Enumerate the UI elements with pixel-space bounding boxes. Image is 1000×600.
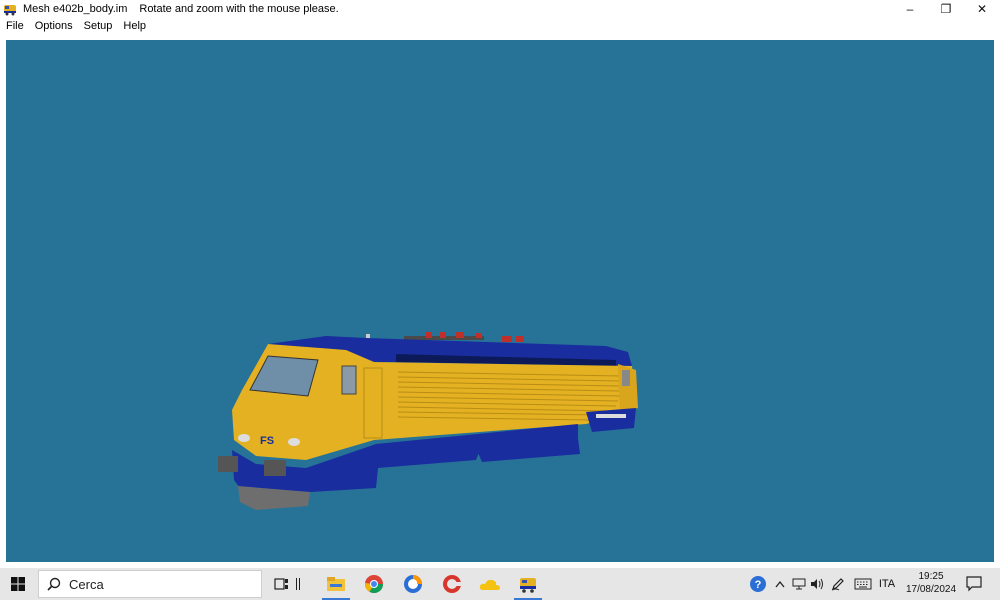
start-icon[interactable] (0, 568, 36, 600)
left-buffer (218, 456, 238, 472)
title-bar: Mesh e402b_body.im Rotate and zoom with … (0, 0, 1000, 18)
taskbar: Cerca ? ITA 19:25 17/08/2024 (0, 568, 1000, 600)
ccleaner-icon[interactable] (434, 568, 470, 600)
volume-icon[interactable] (808, 568, 826, 600)
chevron-up-icon[interactable] (772, 568, 788, 600)
locomotive-icon[interactable] (3, 2, 17, 16)
locomotive-3d-model: FS (218, 332, 638, 510)
window-title: Mesh e402b_body.im (23, 3, 128, 15)
chrome-icon[interactable] (356, 568, 392, 600)
minimize-button[interactable]: – (892, 0, 928, 18)
clock-date: 17/08/2024 (905, 584, 957, 595)
search-input[interactable]: Cerca (38, 570, 262, 598)
clock-time: 19:25 (918, 571, 944, 582)
network-icon[interactable] (790, 568, 808, 600)
keyboard-icon[interactable] (852, 568, 874, 600)
menu-bar: File Options Setup Help (0, 18, 1000, 34)
menu-setup[interactable]: Setup (84, 20, 113, 32)
svg-text:?: ? (755, 579, 762, 591)
help-tray-icon[interactable]: ? (746, 568, 770, 600)
fs-logo: FS (260, 435, 274, 447)
menu-help[interactable]: Help (123, 20, 146, 32)
locomotive-app-icon[interactable] (510, 568, 546, 600)
menu-options[interactable]: Options (35, 20, 73, 32)
onedrive-icon[interactable] (472, 568, 508, 600)
restore-button[interactable]: ❐ (928, 0, 964, 18)
taskbar-separator-icon (288, 568, 308, 600)
search-placeholder: Cerca (69, 576, 104, 592)
close-button[interactable]: ✕ (964, 0, 1000, 18)
window-hint: Rotate and zoom with the mouse please. (139, 3, 339, 15)
file-explorer-icon[interactable] (318, 568, 354, 600)
window-controls: – ❐ ✕ (892, 0, 1000, 18)
clock[interactable]: 19:25 17/08/2024 (898, 570, 964, 598)
right-buffer (264, 460, 286, 476)
browser-icon[interactable] (395, 568, 431, 600)
menu-file[interactable]: File (6, 20, 24, 32)
search-icon (39, 577, 69, 591)
pen-icon[interactable] (828, 568, 848, 600)
notification-icon[interactable] (962, 568, 986, 600)
3d-viewport[interactable]: FS (6, 40, 994, 562)
language-indicator[interactable]: ITA (876, 568, 898, 600)
